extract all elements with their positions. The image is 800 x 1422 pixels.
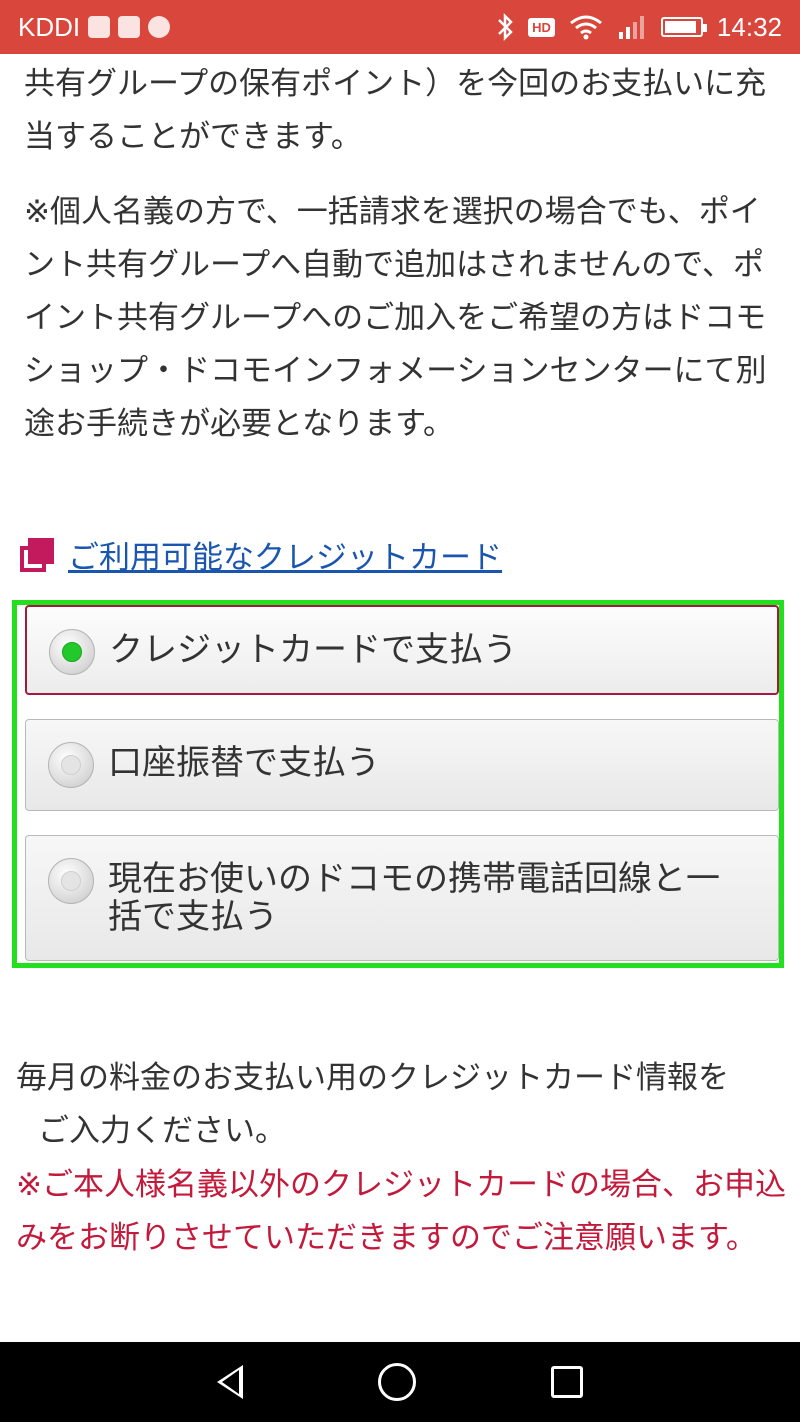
home-icon[interactable]: [377, 1363, 416, 1401]
warning-text: ご本人様名義以外のクレジットカードの場合、お申込みをお断りさせていただきますので…: [16, 1167, 786, 1256]
battery-level: [664, 21, 696, 33]
instruction-line-2: ご入力ください。: [38, 1113, 286, 1149]
warning-notice: ※ご本人様名義以外のクレジットカードの場合、お申込みをお断りさせていただきますの…: [16, 1159, 796, 1265]
recent-apps-icon[interactable]: [550, 1366, 583, 1398]
paragraph-group-notice: ※個人名義の方で、一括請求を選択の場合でも、ポイント共有グループへ自動で追加はさ…: [24, 194, 767, 442]
payment-option-label: 現在お使いのドコモの携帯電話回線と一括で支払う: [108, 859, 720, 937]
bluetooth-icon: [498, 13, 513, 41]
payment-option-credit-card[interactable]: クレジットカードで支払う: [25, 605, 779, 695]
paragraph-points: 共有グループの保有ポイント）を今回のお支払いに充当することができます。: [24, 66, 767, 155]
carrier-label: KDDI: [18, 11, 81, 42]
available-credit-cards-link[interactable]: ご利用可能なクレジットカード: [68, 532, 502, 577]
payment-option-docomo-bill[interactable]: 現在お使いのドコモの携帯電話回線と一括で支払う: [25, 835, 779, 961]
status-left: KDDI: [18, 11, 171, 43]
warning-mark: ※: [16, 1167, 42, 1203]
main-content: 共有グループの保有ポイント）を今回のお支払いに充当することができます。 ※個人名…: [24, 54, 776, 451]
status-right: HD 14:32: [496, 12, 782, 43]
hd-voice-icon: HD: [528, 17, 555, 37]
battery-icon: [660, 17, 707, 37]
radio-button[interactable]: [48, 858, 94, 904]
radio-button[interactable]: [49, 629, 95, 675]
instructions: 毎月の料金のお支払い用のクレジットカード情報を ご入力ください。: [16, 1052, 786, 1158]
clock: 14:32: [716, 11, 782, 42]
slack-icon: [148, 16, 171, 38]
wifi-icon: [569, 15, 602, 40]
back-icon[interactable]: [217, 1365, 244, 1399]
signal-icon: [618, 16, 644, 39]
navigation-bar: [0, 1342, 800, 1422]
payment-option-label: 口座振替で支払う: [108, 743, 380, 783]
external-window-icon: [20, 537, 54, 572]
payment-method-group: クレジットカードで支払う 口座振替で支払う 現在お使いのドコモの携帯電話回線と一…: [12, 600, 784, 968]
instruction-line-1: 毎月の料金のお支払い用のクレジットカード情報を: [16, 1060, 729, 1096]
status-bar: KDDI HD 14:32: [0, 0, 800, 54]
notification-app-icon: [88, 16, 111, 38]
credit-card-link-row[interactable]: ご利用可能なクレジットカード: [20, 532, 502, 577]
payment-option-label: クレジットカードで支払う: [109, 630, 517, 670]
radio-button[interactable]: [48, 742, 94, 788]
payment-option-bank-transfer[interactable]: 口座振替で支払う: [25, 719, 779, 811]
lifelog-icon: [118, 16, 141, 38]
